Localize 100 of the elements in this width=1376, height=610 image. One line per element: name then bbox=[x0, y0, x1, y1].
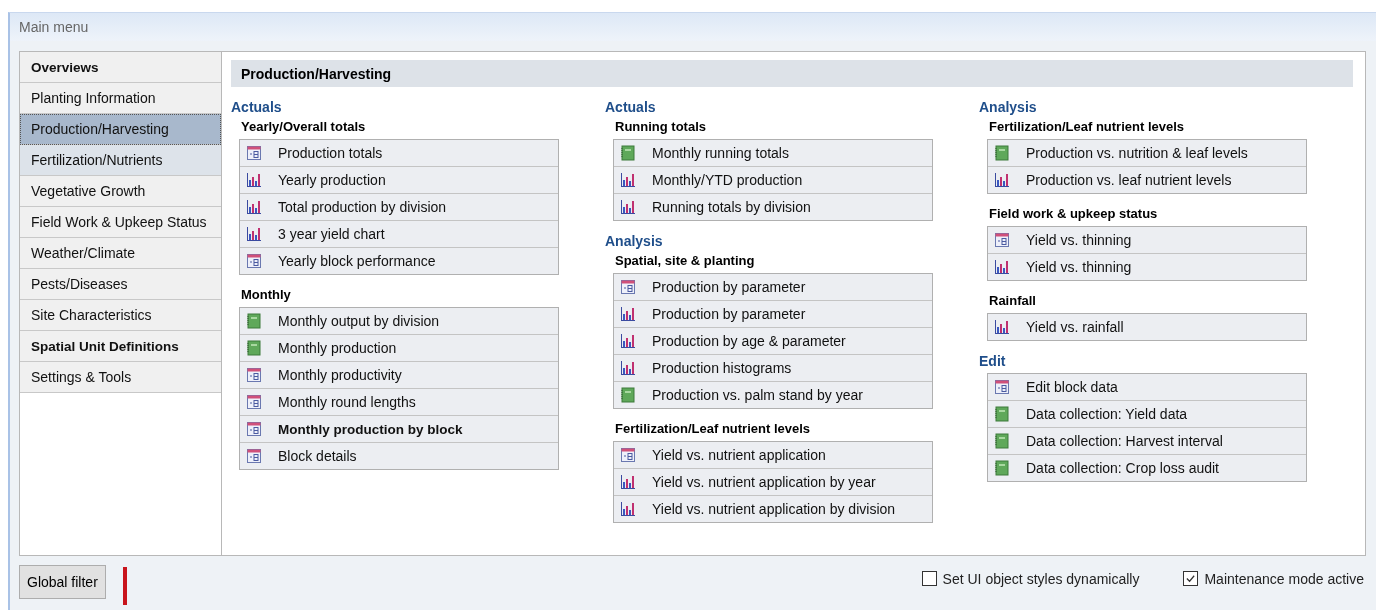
menu-item[interactable]: Production totals bbox=[240, 140, 558, 167]
sidebar-item[interactable]: Field Work & Upkeep Status bbox=[20, 207, 221, 238]
menu-item-label: Yield vs. thinning bbox=[1026, 232, 1132, 248]
group-title: Rainfall bbox=[989, 293, 1037, 308]
menu-item-label: Production vs. leaf nutrient levels bbox=[1026, 172, 1232, 188]
menu-item-label: Running totals by division bbox=[652, 199, 811, 215]
window-title: Main menu bbox=[19, 19, 89, 35]
section-heading: Actuals bbox=[231, 99, 283, 115]
menu-item[interactable]: Data collection: Yield data bbox=[988, 401, 1306, 428]
menu-item-label: 3 year yield chart bbox=[278, 226, 385, 242]
sidebar-item[interactable]: Vegetative Growth bbox=[20, 176, 221, 207]
menu-item[interactable]: Monthly round lengths bbox=[240, 389, 558, 416]
bar-chart-icon bbox=[994, 259, 1010, 275]
menu-item[interactable]: Monthly/YTD production bbox=[614, 167, 932, 194]
sidebar-item[interactable]: Pests/Diseases bbox=[20, 269, 221, 300]
menu-item[interactable]: Production by parameter bbox=[614, 301, 932, 328]
menu-item[interactable]: Yearly block performance bbox=[240, 248, 558, 274]
menu-item[interactable]: Yield vs. nutrient application bbox=[614, 442, 932, 469]
menu-item-label: Production by age & parameter bbox=[652, 333, 846, 349]
global-filter-button[interactable]: Global filter bbox=[19, 564, 106, 599]
check-icon bbox=[1185, 573, 1197, 584]
menu-item[interactable]: Monthly production bbox=[240, 335, 558, 362]
menu-item-label: Monthly productivity bbox=[278, 367, 402, 383]
bar-chart-icon bbox=[620, 306, 636, 322]
menu-item-label: Yield vs. nutrient application by division bbox=[652, 501, 896, 517]
checkbox[interactable] bbox=[1183, 571, 1199, 586]
checkbox-label: Set UI object styles dynamically bbox=[942, 570, 1140, 587]
group-title: Yearly/Overall totals bbox=[241, 119, 367, 134]
menu-item-label: Monthly production bbox=[278, 340, 397, 356]
menu-item-label: Production totals bbox=[278, 145, 383, 161]
menu-item[interactable]: Total production by division bbox=[240, 194, 558, 221]
menu-item[interactable]: Monthly production by block bbox=[240, 416, 558, 443]
bar-chart-icon bbox=[246, 199, 262, 215]
menu-item-label: Monthly production by block bbox=[278, 421, 463, 437]
menu-item[interactable]: Block details bbox=[240, 443, 558, 469]
bar-chart-icon bbox=[620, 501, 636, 517]
menu-item[interactable]: Yield vs. nutrient application by year bbox=[614, 469, 932, 496]
group-title: Running totals bbox=[615, 119, 707, 134]
report-icon bbox=[246, 313, 262, 329]
menu-item[interactable]: Production vs. palm stand by year bbox=[614, 382, 932, 408]
bar-chart-icon bbox=[620, 199, 636, 215]
group-title: Fertilization/Leaf nutrient levels bbox=[989, 119, 1186, 134]
form-icon bbox=[994, 379, 1010, 395]
menu-item[interactable]: Data collection: Harvest interval bbox=[988, 428, 1306, 455]
menu-item-label: Production by parameter bbox=[652, 279, 806, 295]
group-title: Monthly bbox=[241, 287, 292, 302]
menu-item[interactable]: 3 year yield chart bbox=[240, 221, 558, 248]
menu-item-label: Monthly round lengths bbox=[278, 394, 416, 410]
menu-item-label: Yield vs. thinning bbox=[1026, 259, 1132, 275]
menu-item-label: Edit block data bbox=[1026, 379, 1118, 395]
bar-chart-icon bbox=[620, 474, 636, 490]
menu-item[interactable]: Production by parameter bbox=[614, 274, 932, 301]
report-icon bbox=[994, 406, 1010, 422]
form-icon bbox=[620, 279, 636, 295]
menu-item-label: Yield vs. nutrient application by year bbox=[652, 474, 876, 490]
menu-item[interactable]: Monthly output by division bbox=[240, 308, 558, 335]
sidebar-item[interactable]: Spatial Unit Definitions bbox=[20, 331, 221, 362]
menu-item-label: Total production by division bbox=[278, 199, 447, 215]
bar-chart-icon bbox=[994, 319, 1010, 335]
section-heading: Analysis bbox=[605, 233, 664, 249]
sidebar-item[interactable]: Weather/Climate bbox=[20, 238, 221, 269]
menu-item-label: Production histograms bbox=[652, 360, 792, 376]
sidebar-item[interactable]: Planting Information bbox=[20, 83, 221, 114]
menu-item[interactable]: Yield vs. thinning bbox=[988, 227, 1306, 254]
menu-item[interactable]: Monthly running totals bbox=[614, 140, 932, 167]
menu-item[interactable]: Yield vs. nutrient application by division bbox=[614, 496, 932, 522]
menu-item[interactable]: Running totals by division bbox=[614, 194, 932, 220]
section-heading: Analysis bbox=[979, 99, 1038, 115]
sidebar-item[interactable]: Site Characteristics bbox=[20, 300, 221, 331]
menu-item[interactable]: Monthly productivity bbox=[240, 362, 558, 389]
form-icon bbox=[246, 421, 262, 437]
group-title: Spatial, site & planting bbox=[615, 253, 756, 268]
sidebar-item[interactable]: Settings & Tools bbox=[20, 362, 221, 393]
menu-item-label: Monthly output by division bbox=[278, 313, 440, 329]
menu-item[interactable]: Yearly production bbox=[240, 167, 558, 194]
sidebar-item[interactable]: Fertilization/Nutrients bbox=[20, 145, 221, 176]
menu-item[interactable]: Production by age & parameter bbox=[614, 328, 932, 355]
menu-item-label: Yield vs. rainfall bbox=[1026, 319, 1124, 335]
section-heading: Actuals bbox=[605, 99, 657, 115]
menu-item[interactable]: Yield vs. rainfall bbox=[988, 314, 1306, 340]
checkbox[interactable] bbox=[921, 571, 937, 586]
sidebar-item[interactable]: Overviews bbox=[20, 52, 221, 83]
menu-item-label: Yearly production bbox=[278, 172, 386, 188]
report-icon bbox=[994, 460, 1010, 476]
sidebar-item[interactable]: Production/Harvesting bbox=[20, 114, 221, 145]
menu-item[interactable]: Production histograms bbox=[614, 355, 932, 382]
report-icon bbox=[994, 433, 1010, 449]
bar-chart-icon bbox=[620, 360, 636, 376]
divider-bar bbox=[122, 566, 127, 605]
menu-item[interactable]: Edit block data bbox=[988, 374, 1306, 401]
report-icon bbox=[620, 387, 636, 403]
form-icon bbox=[246, 367, 262, 383]
menu-item[interactable]: Data collection: Crop loss audit bbox=[988, 455, 1306, 481]
menu-item[interactable]: Production vs. leaf nutrient levels bbox=[988, 167, 1306, 193]
form-icon bbox=[246, 448, 262, 464]
form-icon bbox=[246, 145, 262, 161]
menu-item[interactable]: Production vs. nutrition & leaf levels bbox=[988, 140, 1306, 167]
menu-item[interactable]: Yield vs. thinning bbox=[988, 254, 1306, 280]
menu-item-label: Data collection: Harvest interval bbox=[1026, 433, 1223, 449]
menu-item-label: Production by parameter bbox=[652, 306, 806, 322]
